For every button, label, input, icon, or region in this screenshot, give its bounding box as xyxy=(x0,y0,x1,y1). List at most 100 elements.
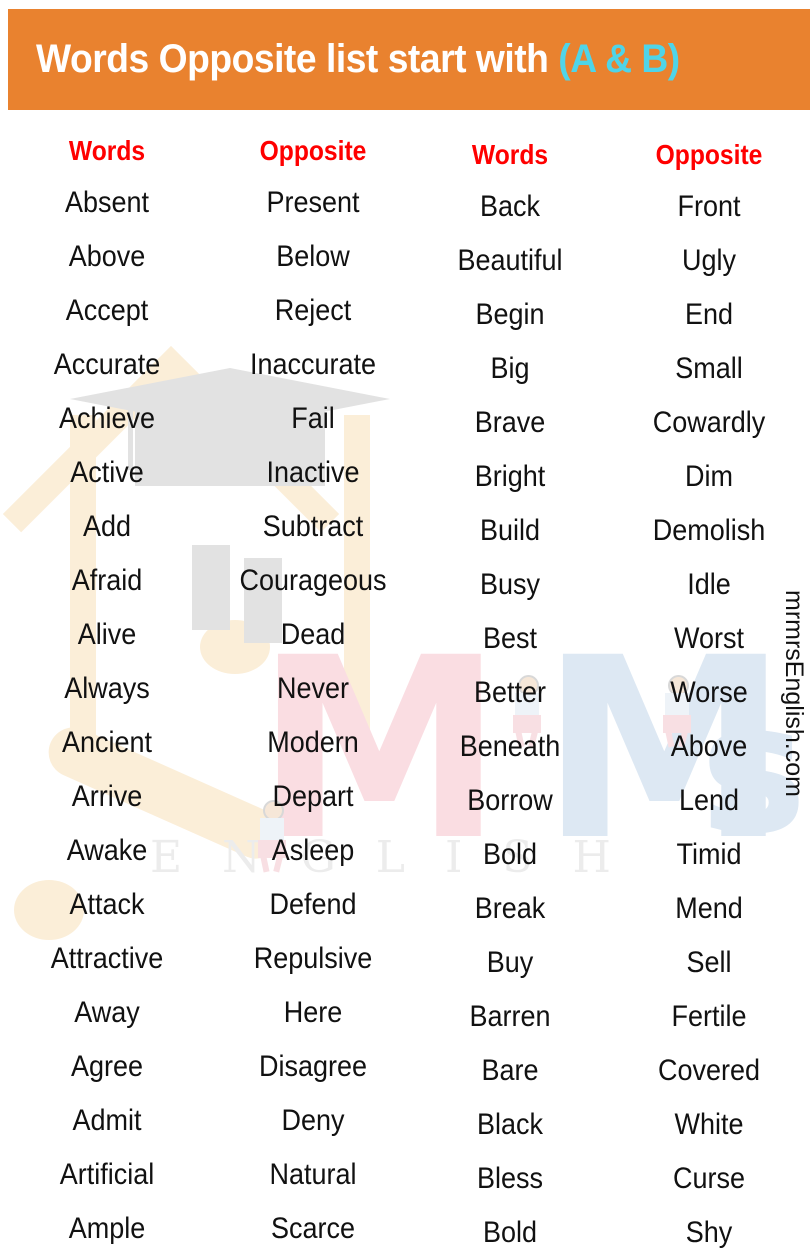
table-row: Artificial Natural xyxy=(0,1148,412,1202)
table-row: Black White xyxy=(412,1098,810,1152)
table-row: Admit Deny xyxy=(0,1094,412,1148)
table-row: Best Worst xyxy=(412,612,810,666)
opposite-cell: Deny xyxy=(281,1104,345,1137)
table-row: Afraid Courageous xyxy=(0,554,412,608)
table-row: Busy Idle xyxy=(412,558,810,612)
table-row: Buy Sell xyxy=(412,936,810,990)
word-cell: Artificial xyxy=(59,1158,155,1191)
word-cell: Bless xyxy=(476,1162,544,1195)
word-cell: Afraid xyxy=(71,564,143,597)
site-credit-text: mrmrsEnglish.com xyxy=(780,590,808,797)
opposite-cell: Fail xyxy=(291,402,335,435)
table-row: Alive Dead xyxy=(0,608,412,662)
opposite-cell: Cowardly xyxy=(652,406,766,439)
table-row: Back Front xyxy=(412,180,810,234)
opposite-cell: White xyxy=(674,1108,744,1141)
word-cell: Attack xyxy=(69,888,145,921)
opposite-cell: Fertile xyxy=(671,1000,747,1033)
word-cell: Back xyxy=(479,190,541,223)
table-row: Ancient Modern xyxy=(0,716,412,770)
word-cell: Accurate xyxy=(53,348,161,381)
opposite-cell: Dim xyxy=(684,460,733,493)
word-cell: Begin xyxy=(475,298,545,331)
column-header-opposite-left: Opposite xyxy=(259,135,367,166)
opposite-cell: Covered xyxy=(657,1054,761,1087)
opposite-cell: Inactive xyxy=(266,456,360,489)
opposite-cell: Curse xyxy=(672,1162,746,1195)
table-row: Achieve Fail xyxy=(0,392,412,446)
word-cell: Ample xyxy=(68,1212,146,1245)
opposite-cell: Defend xyxy=(269,888,357,921)
opposite-cell: End xyxy=(684,298,734,331)
word-cell: Barren xyxy=(469,1000,551,1033)
table-body-right: Back Front Beautiful Ugly Begin End Big Small Br… xyxy=(412,180,810,1260)
opposite-cell: Lend xyxy=(678,784,740,817)
table-row: Away Here xyxy=(0,986,412,1040)
table-row: Bare Covered xyxy=(412,1044,810,1098)
opposite-cell: Worse xyxy=(670,676,748,709)
word-cell: Away xyxy=(74,996,140,1029)
word-cell: Alive xyxy=(77,618,137,651)
word-cell: Accept xyxy=(65,294,149,327)
opposite-cell: Above xyxy=(670,730,748,763)
table-row: Better Worse xyxy=(412,666,810,720)
table-row: Beautiful Ugly xyxy=(412,234,810,288)
table-row: Always Never xyxy=(0,662,412,716)
table-row: Active Inactive xyxy=(0,446,412,500)
word-cell: Black xyxy=(476,1108,544,1141)
opposite-cell: Never xyxy=(276,672,350,705)
table-row: Bold Shy xyxy=(412,1206,810,1260)
word-cell: Bold xyxy=(482,838,538,871)
opposite-cell: Repulsive xyxy=(253,942,373,975)
word-cell: Bare xyxy=(481,1054,539,1087)
opposite-cell: Ugly xyxy=(681,244,736,277)
table-row: Beneath Above xyxy=(412,720,810,774)
word-cell: Bright xyxy=(474,460,546,493)
table-row: Agree Disagree xyxy=(0,1040,412,1094)
opposite-cell: Inaccurate xyxy=(249,348,377,381)
column-header-words-left: Words xyxy=(68,135,146,166)
table-row: Attack Defend xyxy=(0,878,412,932)
word-cell: Beautiful xyxy=(457,244,563,277)
table-row: Above Below xyxy=(0,230,412,284)
table-row: Break Mend xyxy=(412,882,810,936)
opposite-cell: Small xyxy=(675,352,743,385)
word-cell: Agree xyxy=(70,1050,144,1083)
word-cell: Always xyxy=(64,672,150,705)
word-table-right: Words Opposite Back Front Beautiful Ugly Beg… xyxy=(412,126,810,1260)
word-cell: Above xyxy=(68,240,146,273)
word-cell: Beneath xyxy=(459,730,561,763)
table-row: Brave Cowardly xyxy=(412,396,810,450)
table-row: Borrow Lend xyxy=(412,774,810,828)
opposite-cell: Natural xyxy=(269,1158,357,1191)
table-header-row-left: Words Opposite xyxy=(0,126,412,176)
table-row: Accept Reject xyxy=(0,284,412,338)
word-cell: Add xyxy=(82,510,132,543)
opposite-cell: Present xyxy=(266,186,360,219)
table-row: Attractive Repulsive xyxy=(0,932,412,986)
table-row: Absent Present xyxy=(0,176,412,230)
word-cell: Buy xyxy=(486,946,534,979)
word-cell: Ancient xyxy=(61,726,153,759)
opposite-cell: Scarce xyxy=(270,1212,356,1245)
table-row: Ample Scarce xyxy=(0,1202,412,1256)
word-cell: Brave xyxy=(474,406,546,439)
page-header-banner: Words Opposite list start with (A & B) xyxy=(8,9,810,110)
opposite-cell: Mend xyxy=(675,892,743,925)
opposite-cell: Disagree xyxy=(258,1050,368,1083)
word-cell: Active xyxy=(70,456,144,489)
table-row: Bright Dim xyxy=(412,450,810,504)
column-header-opposite-right: Opposite xyxy=(655,139,763,170)
table-row: Build Demolish xyxy=(412,504,810,558)
opposite-cell: Below xyxy=(276,240,350,273)
page-title: Words Opposite list start with (A & B) xyxy=(36,37,680,82)
opposite-cell: Modern xyxy=(267,726,359,759)
word-cell: Achieve xyxy=(58,402,156,435)
opposite-cell: Front xyxy=(677,190,741,223)
opposite-cell: Timid xyxy=(676,838,742,871)
table-row: Accurate Inaccurate xyxy=(0,338,412,392)
opposite-cell: Worst xyxy=(673,622,745,655)
word-cell: Bold xyxy=(482,1216,538,1249)
word-cell: Big xyxy=(490,352,530,385)
word-cell: Break xyxy=(474,892,546,925)
